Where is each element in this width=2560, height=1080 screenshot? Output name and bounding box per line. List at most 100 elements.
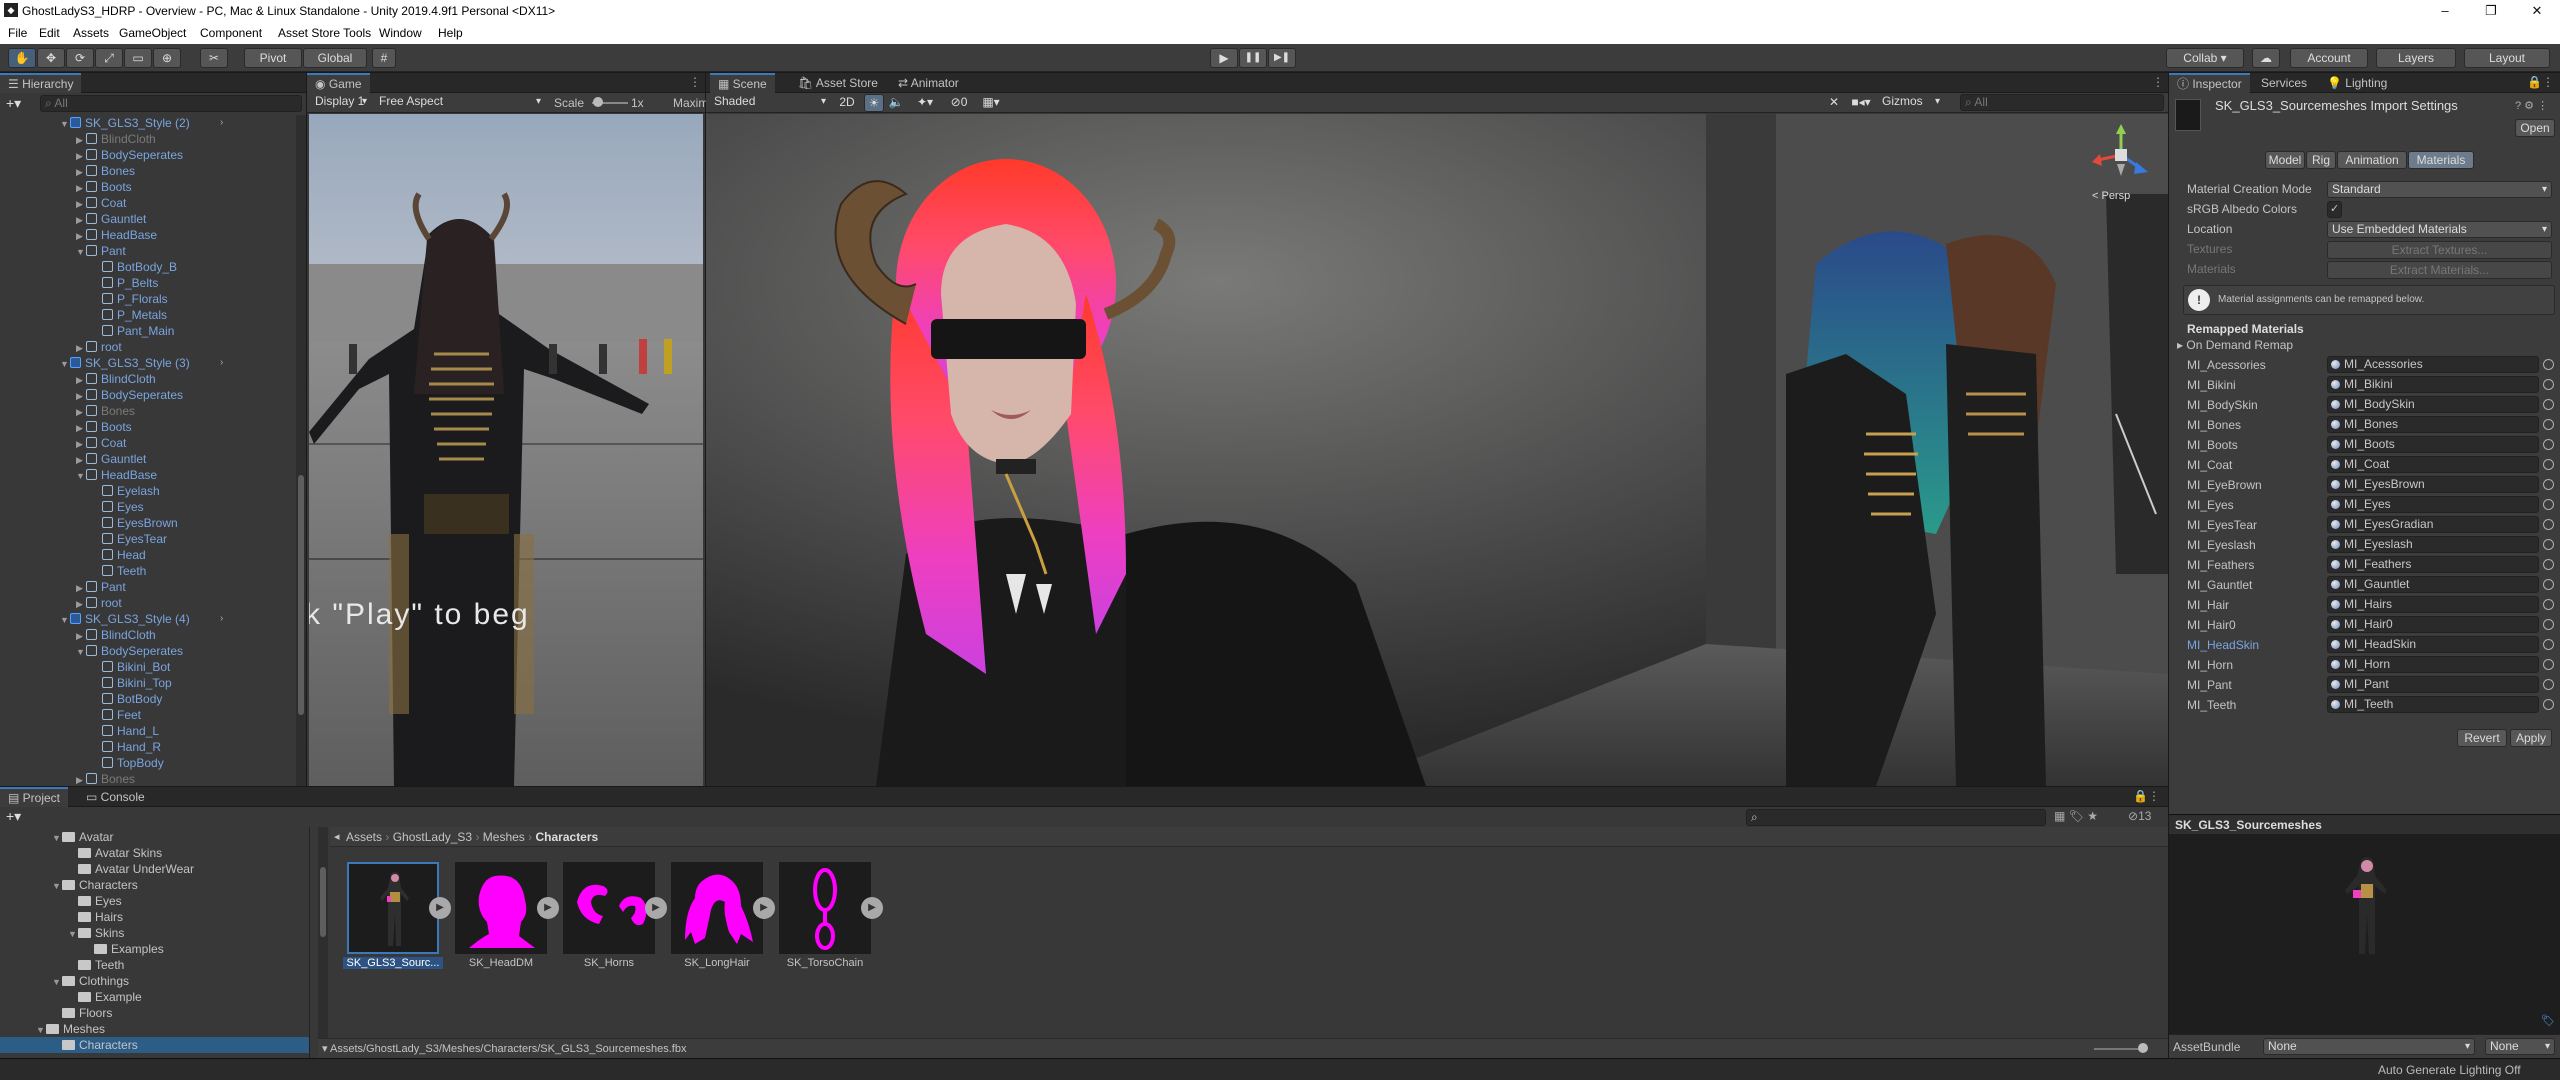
expanded-arrow-icon[interactable]: ▼ — [76, 644, 86, 660]
material-object-field[interactable]: MI_Bones — [2327, 416, 2539, 433]
scene-viewport[interactable]: < Persp — [706, 114, 2168, 786]
collapsed-arrow-icon[interactable]: ▶ — [76, 420, 86, 436]
object-picker-icon[interactable] — [2543, 539, 2554, 550]
hierarchy-row[interactable]: ▶ Gauntlet — [76, 211, 146, 227]
lighting-toggle-icon[interactable]: ☀ — [864, 94, 884, 112]
hierarchy-row[interactable]: Eyes — [92, 499, 144, 515]
project-folder-row[interactable]: Floors — [52, 1005, 112, 1021]
display-dropdown[interactable]: Display 1 — [311, 94, 371, 111]
material-object-field[interactable]: MI_EyesGradian — [2327, 516, 2539, 533]
expanded-arrow-icon[interactable]: ▼ — [60, 356, 70, 372]
expanded-arrow-icon[interactable]: ▼ — [76, 468, 86, 484]
rotate-tool-icon[interactable]: ⟳ — [66, 48, 94, 68]
tab-hierarchy[interactable]: ☰ Hierarchy — [0, 73, 82, 93]
move-tool-icon[interactable]: ✥ — [37, 48, 65, 68]
asset-expand-play-icon[interactable]: ▶ — [537, 897, 559, 919]
hierarchy-row[interactable]: Hand_R — [92, 739, 161, 755]
scale-slider-knob[interactable] — [593, 97, 603, 107]
project-folder-row[interactable]: Examples — [84, 941, 164, 957]
material-object-field[interactable]: MI_EyesBrown — [2327, 476, 2539, 493]
material-object-field[interactable]: MI_HeadSkin — [2327, 636, 2539, 653]
scale-tool-icon[interactable]: ⤢ — [95, 48, 123, 68]
project-folder-row[interactable]: Example — [68, 989, 142, 1005]
collapsed-arrow-icon[interactable]: ▶ — [76, 164, 86, 180]
hierarchy-row[interactable]: ▶ root — [76, 595, 122, 611]
material-object-field[interactable]: MI_Coat — [2327, 456, 2539, 473]
pause-button[interactable]: ❚❚ — [1239, 48, 1267, 68]
subtab-model[interactable]: Model — [2265, 151, 2305, 169]
tab-lighting[interactable]: 💡 Lighting — [2319, 73, 2395, 93]
material-object-field[interactable]: MI_BodySkin — [2327, 396, 2539, 413]
breadcrumb-ghostlady[interactable]: GhostLady_S3 — [393, 830, 472, 844]
subtab-rig[interactable]: Rig — [2306, 151, 2336, 169]
hierarchy-row[interactable]: Pant_Main — [92, 323, 174, 339]
hierarchy-row[interactable]: ▶ Boots — [76, 419, 132, 435]
tools-icon[interactable]: ✕ — [1824, 94, 1844, 112]
material-object-field[interactable]: MI_Eyes — [2327, 496, 2539, 513]
asset-tile-sk-headdm[interactable] — [455, 862, 547, 954]
open-button[interactable]: Open — [2515, 119, 2555, 137]
collab-button[interactable]: Collab ▾ — [2166, 48, 2244, 68]
material-object-field[interactable]: MI_Acessories — [2327, 356, 2539, 373]
expanded-arrow-icon[interactable]: ▼ — [52, 830, 62, 846]
menu-component[interactable]: Component — [200, 26, 262, 40]
prefab-open-arrow-icon[interactable]: › — [220, 115, 223, 131]
asset-expand-play-icon[interactable]: ▶ — [429, 897, 451, 919]
hierarchy-row[interactable]: TopBody — [92, 755, 164, 771]
object-picker-icon[interactable] — [2543, 459, 2554, 470]
prefab-open-arrow-icon[interactable]: › — [220, 611, 223, 627]
asset-tile-sk-longhair[interactable] — [671, 862, 763, 954]
project-folder-row[interactable]: ▼ Avatar — [52, 829, 113, 845]
asset-expand-play-icon[interactable]: ▶ — [645, 897, 667, 919]
object-picker-icon[interactable] — [2543, 659, 2554, 670]
project-filter-icons[interactable]: ▦ 🏷 ★ — [2054, 809, 2098, 823]
preview-tag-icon[interactable]: 🏷 — [2541, 1014, 2555, 1027]
project-tree-scroll-thumb[interactable] — [320, 867, 326, 937]
collapsed-arrow-icon[interactable]: ▶ — [76, 388, 86, 404]
inspector-header-icons[interactable]: ? ⚙ ⋮ — [2515, 99, 2548, 112]
project-folder-row[interactable]: Teeth — [68, 957, 124, 973]
menu-asset-store-tools[interactable]: Asset Store Tools — [278, 26, 371, 40]
project-folder-row[interactable]: Avatar Skins — [68, 845, 162, 861]
object-picker-icon[interactable] — [2543, 359, 2554, 370]
project-tree-scrollbar[interactable] — [318, 827, 328, 1058]
menu-gameobject[interactable]: GameObject — [119, 26, 186, 40]
persp-label[interactable]: < Persp — [2092, 190, 2130, 202]
collapsed-arrow-icon[interactable]: ▶ — [76, 132, 86, 148]
shading-mode-dropdown[interactable]: Shaded — [710, 94, 830, 111]
pivot-button[interactable]: Pivot — [244, 48, 302, 68]
object-picker-icon[interactable] — [2543, 679, 2554, 690]
expanded-arrow-icon[interactable]: ▼ — [60, 116, 70, 132]
camera-icon[interactable]: ■◂▾ — [1846, 94, 1876, 112]
hierarchy-row[interactable]: ▼ SK_GLS3_Style (4) › — [60, 611, 223, 627]
menu-file[interactable]: File — [8, 26, 27, 40]
aspect-dropdown[interactable]: Free Aspect — [375, 94, 545, 111]
project-folder-row[interactable]: Eyes — [68, 893, 122, 909]
expanded-arrow-icon[interactable]: ▼ — [68, 926, 78, 942]
hierarchy-row[interactable]: ▶ BodySeperates — [76, 147, 183, 163]
thumbnail-size-slider[interactable] — [2094, 1048, 2144, 1050]
collapsed-arrow-icon[interactable]: ▶ — [76, 180, 86, 196]
collapsed-arrow-icon[interactable]: ▶ — [76, 436, 86, 452]
collapsed-arrow-icon[interactable]: ▶ — [76, 212, 86, 228]
assetbundle-variant-dropdown[interactable]: None — [2485, 1038, 2555, 1055]
hierarchy-row[interactable]: ▶ Bones — [76, 771, 135, 786]
hierarchy-row[interactable]: Teeth — [92, 563, 146, 579]
object-picker-icon[interactable] — [2543, 419, 2554, 430]
hierarchy-row[interactable]: ▶ Bones — [76, 163, 135, 179]
project-folder-row[interactable]: Avatar UnderWear — [68, 861, 194, 877]
extract-materials-button[interactable]: Extract Materials... — [2327, 261, 2552, 279]
collapsed-arrow-icon[interactable]: ▶ — [76, 196, 86, 212]
hierarchy-row[interactable]: ▶ BodySeperates — [76, 387, 183, 403]
object-picker-icon[interactable] — [2543, 559, 2554, 570]
thumbnail-size-knob[interactable] — [2138, 1043, 2148, 1053]
create-plus-icon[interactable]: +▾ — [6, 95, 21, 112]
layout-dropdown[interactable]: Layout — [2464, 48, 2550, 68]
hierarchy-row[interactable]: P_Metals — [92, 307, 167, 323]
hierarchy-row[interactable]: ▶ Boots — [76, 179, 132, 195]
object-picker-icon[interactable] — [2543, 599, 2554, 610]
hierarchy-row[interactable]: ▶ Bones — [76, 403, 135, 419]
asset-expand-play-icon[interactable]: ▶ — [753, 897, 775, 919]
hidden-objects-icon[interactable]: ⊘0 — [944, 94, 974, 112]
hierarchy-row[interactable]: P_Belts — [92, 275, 158, 291]
